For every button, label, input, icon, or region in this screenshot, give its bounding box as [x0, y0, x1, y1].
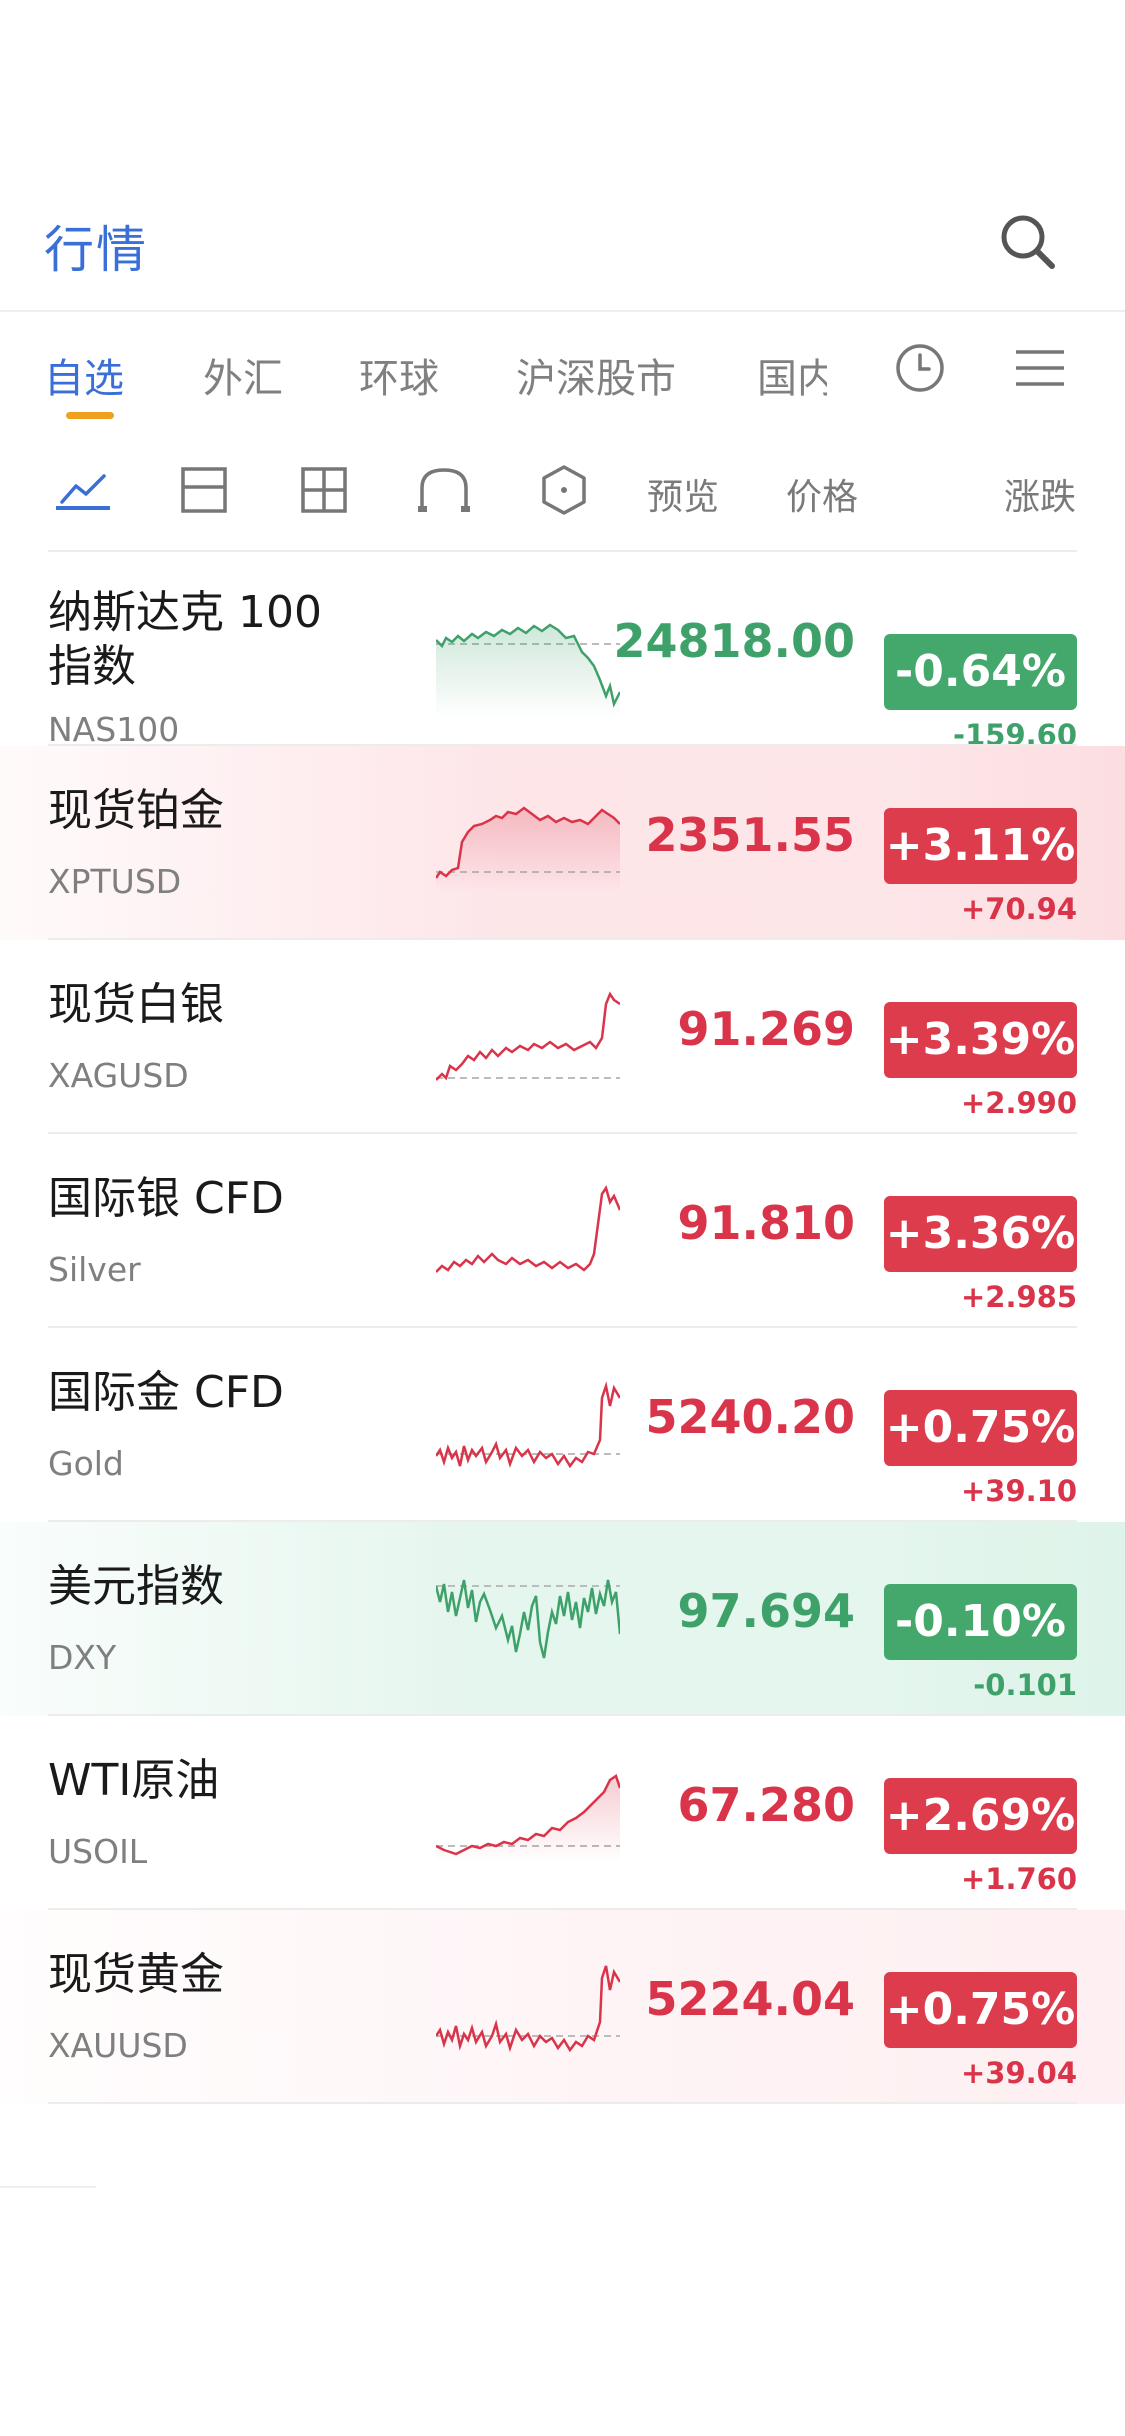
instrument-name: 现货铂金	[48, 785, 224, 836]
hexagon-view-icon[interactable]	[536, 462, 592, 518]
quote-row[interactable]: 现货铂金 XPTUSD 2351.55 +3.11% +70.94	[0, 746, 1125, 940]
market-tabs: 自选 外汇 环球 沪深股市 国内	[0, 312, 1125, 432]
instrument-code: XPTUSD	[48, 862, 182, 901]
percent-change-badge[interactable]: +2.69%	[884, 1778, 1077, 1854]
bottom-divider	[0, 2186, 96, 2188]
last-price: 24818.00	[613, 614, 855, 668]
tab-domestic[interactable]: 国内	[757, 346, 827, 404]
tab-forex[interactable]: 外汇	[203, 346, 283, 404]
absolute-change: +2.985	[960, 1280, 1077, 1314]
percent-change-badge[interactable]: +3.36%	[884, 1196, 1077, 1272]
active-view-indicator	[56, 506, 110, 510]
price-column-label[interactable]: 价格	[786, 468, 858, 520]
tab-a-shares[interactable]: 沪深股市	[516, 346, 676, 404]
quote-row[interactable]: 国际金 CFD Gold 5240.20 +0.75% +39.10	[0, 1328, 1125, 1522]
row-divider	[48, 2102, 1077, 2104]
instrument-name: WTI原油	[48, 1755, 220, 1806]
instrument-name: 现货白银	[48, 979, 224, 1030]
absolute-change: -0.101	[973, 1668, 1077, 1702]
tab-watchlist[interactable]: 自选	[44, 346, 124, 404]
clock-icon[interactable]	[892, 340, 948, 396]
sparkline-chart	[436, 1381, 620, 1469]
preview-column-label: 预览	[647, 477, 720, 518]
last-price: 5224.04	[645, 1972, 855, 2026]
change-column-label[interactable]: 涨跌	[1004, 468, 1076, 520]
active-tab-indicator	[66, 412, 114, 419]
quote-row[interactable]: 美元指数 DXY 97.694 -0.10% -0.101	[0, 1522, 1125, 1716]
page-title: 行情	[44, 221, 148, 279]
percent-change-badge[interactable]: -0.64%	[884, 634, 1077, 710]
sparkline-chart	[436, 991, 620, 1081]
sparkline-chart	[436, 1774, 620, 1862]
grid-view-icon[interactable]	[296, 462, 352, 518]
quote-row[interactable]: 国际银 CFD Silver 91.810 +3.36% +2.985	[0, 1134, 1125, 1328]
quote-row[interactable]: 现货白银 XAGUSD 91.269 +3.39% +2.990	[0, 940, 1125, 1134]
instrument-code: Silver	[48, 1250, 141, 1289]
last-price: 67.280	[677, 1778, 855, 1832]
last-price: 91.810	[677, 1196, 855, 1250]
absolute-change: +39.04	[960, 2056, 1077, 2090]
sparkline-chart	[436, 1965, 620, 2053]
hamburger-menu-icon[interactable]	[1012, 340, 1068, 396]
absolute-change: +39.10	[960, 1474, 1077, 1508]
percent-change-badge[interactable]: +3.39%	[884, 1002, 1077, 1078]
instrument-code: Gold	[48, 1444, 124, 1483]
arch-chart-view-icon[interactable]	[416, 462, 472, 518]
last-price: 91.269	[677, 1002, 855, 1056]
instrument-code: XAUUSD	[48, 2026, 188, 2065]
sparkline-chart	[436, 623, 620, 718]
view-toolbar: 预览 价格 涨跌	[0, 432, 1125, 550]
percent-change-badge[interactable]: -0.10%	[884, 1584, 1077, 1660]
last-price: 2351.55	[645, 808, 855, 862]
percent-change-badge[interactable]: +0.75%	[884, 1390, 1077, 1466]
search-icon[interactable]	[996, 210, 1060, 274]
quote-row[interactable]: 现货黄金 XAUUSD 5224.04 +0.75% +39.04	[0, 1910, 1125, 2104]
instrument-name: 美元指数	[48, 1561, 224, 1612]
sparkline-chart	[436, 1185, 620, 1273]
instrument-code: USOIL	[48, 1832, 148, 1871]
quote-row[interactable]: 纳斯达克 100 指数 NAS100 24818.00 -0.64% -159.…	[0, 552, 1125, 752]
percent-change-badge[interactable]: +3.11%	[884, 808, 1077, 884]
percent-change-badge[interactable]: +0.75%	[884, 1972, 1077, 2048]
instrument-code: XAGUSD	[48, 1056, 189, 1095]
absolute-change: +2.990	[960, 1086, 1077, 1120]
instrument-code: DXY	[48, 1638, 117, 1677]
last-price: 97.694	[677, 1584, 855, 1638]
last-price: 5240.20	[645, 1390, 855, 1444]
sparkline-chart	[436, 806, 620, 892]
quote-row[interactable]: WTI原油 USOIL 67.280 +2.69% +1.760	[0, 1716, 1125, 1910]
page-header: 行情	[0, 180, 1125, 310]
single-panel-view-icon[interactable]	[176, 462, 232, 518]
absolute-change: +1.760	[960, 1862, 1077, 1896]
instrument-name: 国际银 CFD	[48, 1173, 284, 1224]
instrument-name: 国际金 CFD	[48, 1367, 284, 1418]
instrument-name: 现货黄金	[48, 1949, 224, 2000]
sparkline-chart	[436, 1579, 620, 1659]
tab-global[interactable]: 环球	[359, 346, 439, 404]
absolute-change: +70.94	[960, 892, 1077, 926]
instrument-name: 纳斯达克 100 指数	[48, 587, 322, 692]
